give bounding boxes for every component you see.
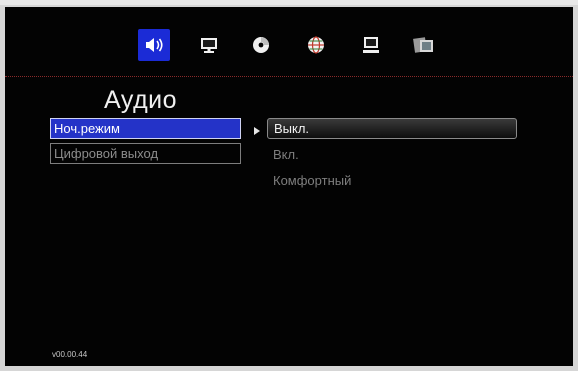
- tab-audio[interactable]: [138, 29, 170, 61]
- option-comfort[interactable]: Комфортный: [267, 171, 351, 192]
- firmware-version: v00.00.44: [52, 350, 88, 359]
- disc-icon: [251, 35, 271, 55]
- tab-photo[interactable]: [408, 29, 440, 61]
- page-title: Аудио: [104, 86, 178, 114]
- speaker-icon: [144, 36, 164, 54]
- option-on[interactable]: Вкл.: [267, 145, 299, 166]
- menu-item-digital-output[interactable]: Цифровой выход: [50, 143, 241, 164]
- tab-disc[interactable]: [245, 29, 277, 61]
- tab-language[interactable]: [300, 29, 332, 61]
- tab-system[interactable]: [355, 29, 387, 61]
- settings-tab-bar: [5, 7, 573, 75]
- submenu-arrow-icon: [254, 127, 260, 135]
- option-off[interactable]: Выкл.: [267, 118, 517, 139]
- photos-icon: [412, 35, 436, 55]
- monitor-icon: [199, 35, 219, 55]
- tv-screen: Аудио Ноч.режим Цифровой выход Выкл. Вкл…: [5, 7, 573, 366]
- menu-item-night-mode[interactable]: Ноч.режим: [50, 118, 241, 139]
- top-strip: [0, 0, 578, 5]
- tab-video[interactable]: [193, 29, 225, 61]
- header-divider: [5, 76, 573, 77]
- globe-icon: [306, 35, 326, 55]
- computer-icon: [361, 35, 381, 55]
